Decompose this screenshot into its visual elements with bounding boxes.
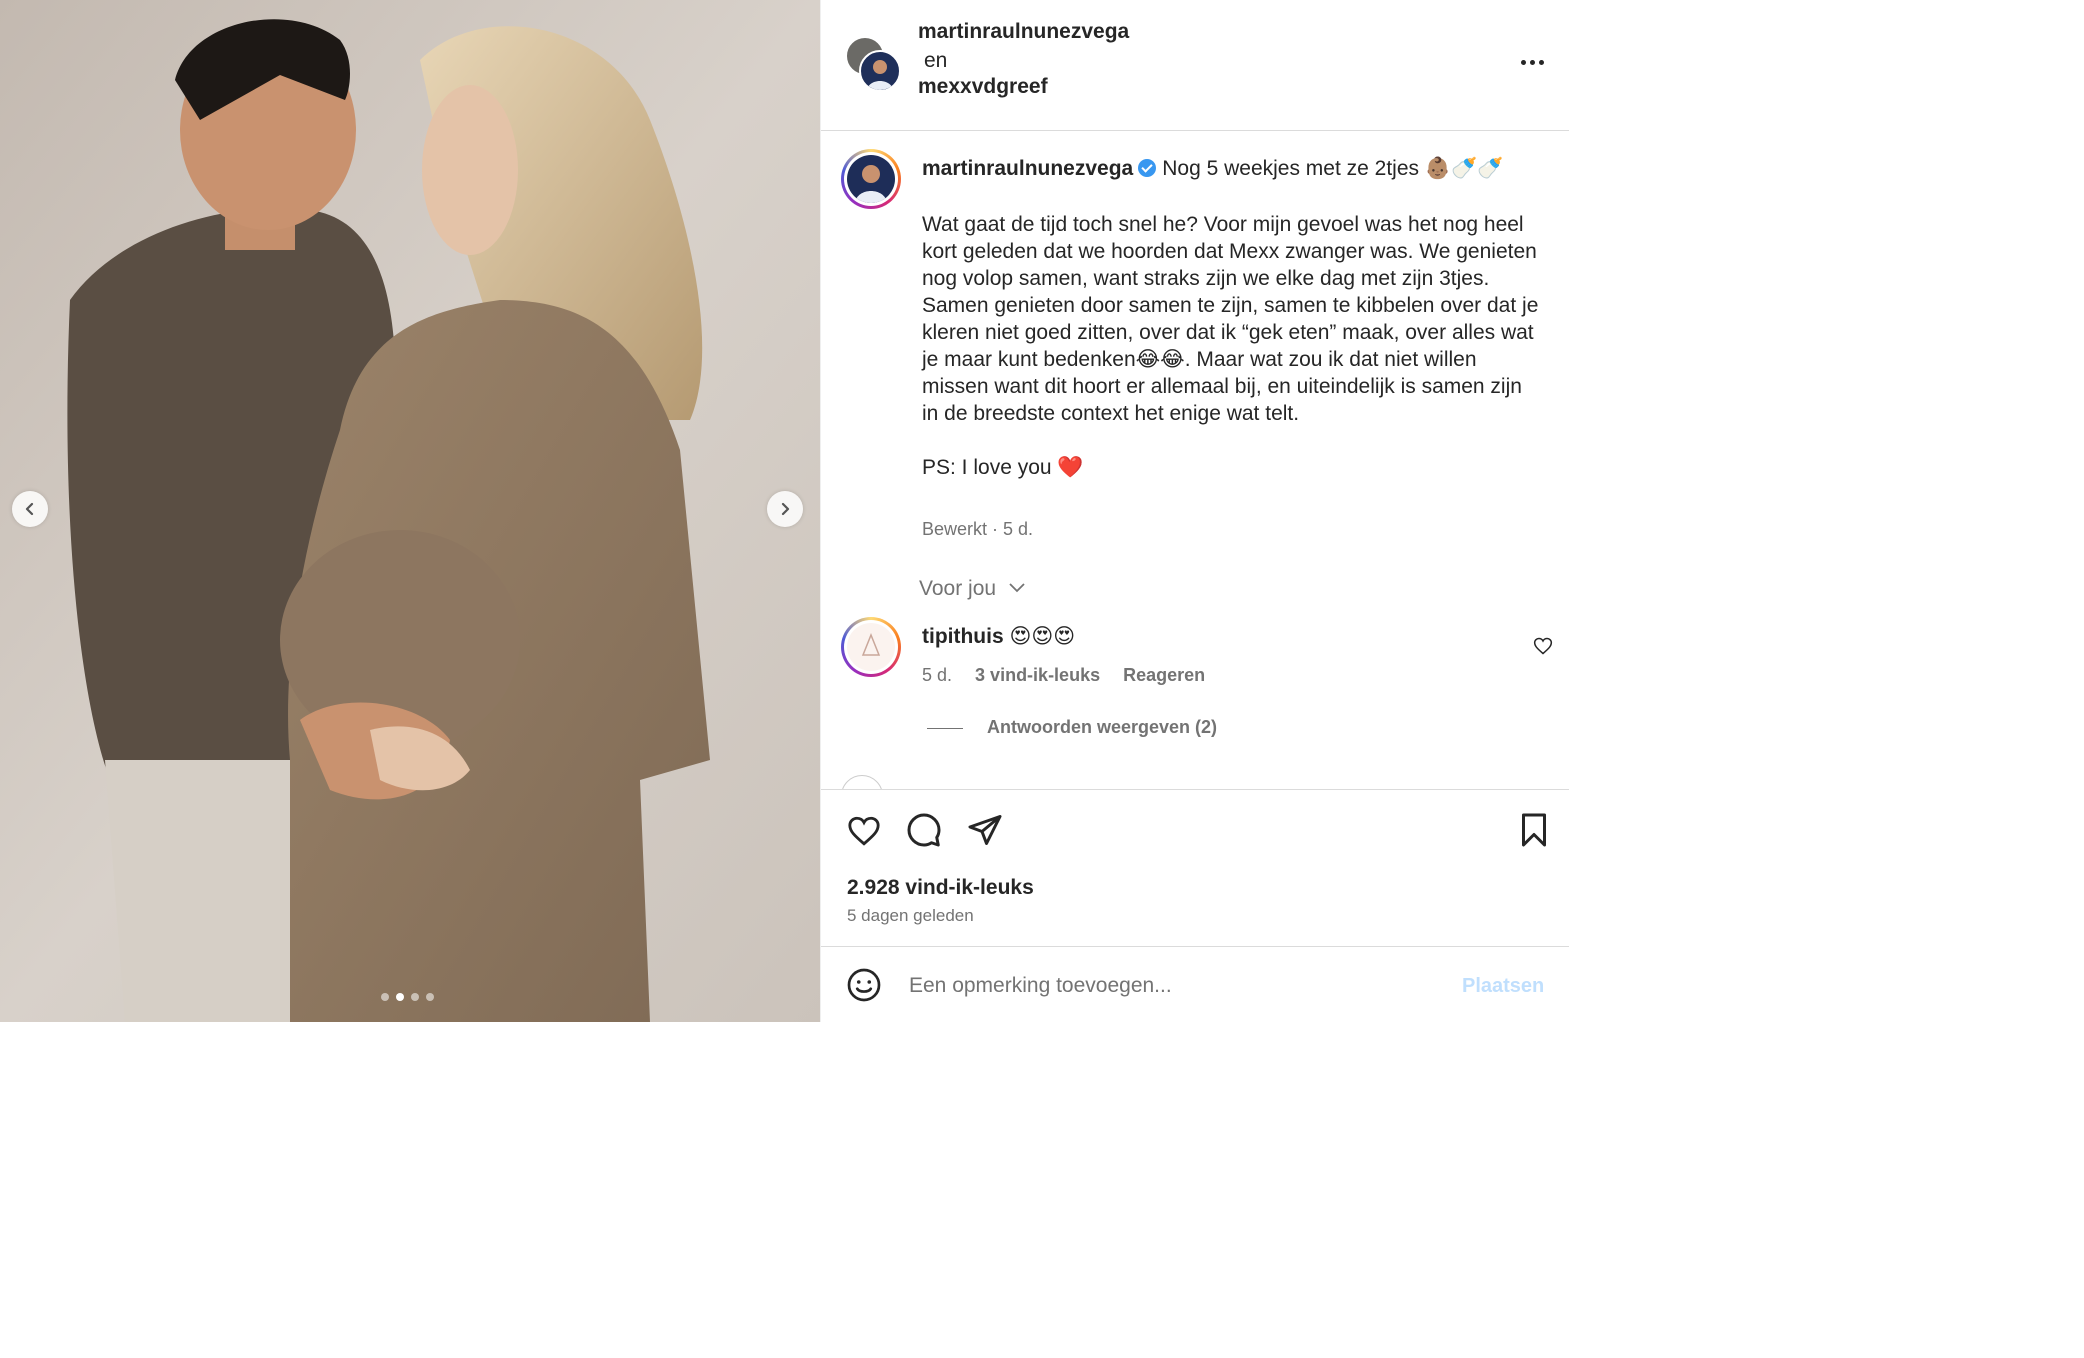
post-actions: 2.928 vind-ik-leuks 5 dagen geleden — [821, 789, 1569, 946]
couple-photo — [0, 0, 820, 1022]
bookmark-icon[interactable] — [1518, 812, 1550, 848]
caption-headline: martinraulnunezvega Nog 5 weekjes met ze … — [922, 157, 1542, 181]
replies-divider — [927, 727, 963, 729]
chevron-right-icon — [781, 502, 790, 516]
chevron-down-icon — [1009, 583, 1025, 593]
caption-avatar[interactable] — [841, 149, 901, 209]
caption-headline-text: Nog 5 weekjes met ze 2tjes 👶🏽🍼🍼 — [1162, 157, 1504, 180]
add-comment-bar: Plaatsen — [821, 946, 1569, 1023]
post-date: 5 dagen geleden — [847, 906, 974, 925]
avatar — [859, 50, 901, 92]
view-replies-label: Antwoorden weergeven (2) — [987, 717, 1218, 737]
comment-age: 5 d. — [922, 665, 953, 685]
comment-icon[interactable] — [906, 812, 942, 848]
post-photo[interactable] — [0, 0, 820, 1022]
comment-avatar[interactable] — [841, 617, 901, 677]
collab-avatars[interactable] — [845, 36, 901, 92]
comment-likes-link[interactable]: 3 vind-ik-leuks — [975, 665, 1100, 685]
comment-username[interactable]: tipithuis — [922, 625, 1004, 648]
caption-username[interactable]: martinraulnunezvega — [922, 157, 1133, 180]
likes-count[interactable]: 2.928 vind-ik-leuks — [847, 876, 1034, 900]
next-slide-button[interactable] — [767, 491, 803, 527]
verified-badge-icon — [1138, 159, 1157, 177]
carousel-dot-active — [396, 993, 404, 1001]
post-sidebar: martinraulnunezvega en mexxvdgreef marti… — [820, 0, 1569, 1022]
more-horizontal-icon — [1520, 59, 1526, 65]
chevron-left-icon — [25, 502, 34, 516]
carousel-dot — [411, 993, 419, 1001]
for-you-label: Voor jou — [919, 577, 997, 600]
post-comment-button[interactable]: Plaatsen — [1462, 975, 1544, 998]
share-icon[interactable] — [967, 812, 1003, 848]
reply-button[interactable]: Reageren — [1123, 665, 1205, 685]
carousel-dot — [426, 993, 434, 1001]
caption-paragraph: Wat gaat de tijd toch snel he? Voor mijn… — [922, 213, 1539, 425]
heart-outline-icon[interactable] — [846, 814, 882, 848]
collab-username-1[interactable]: martinraulnunezvega — [918, 20, 1129, 44]
next-comment-peek — [841, 775, 1541, 789]
carousel-indicator — [381, 993, 434, 1001]
comment-body: 😍😍😍 — [1009, 625, 1076, 648]
comments-section[interactable]: martinraulnunezvega Nog 5 weekjes met ze … — [821, 131, 1569, 789]
comment-meta: 5 d. 3 vind-ik-leuks Reageren — [922, 665, 1223, 686]
emoji-icon[interactable] — [846, 967, 882, 1003]
view-replies-button[interactable]: Antwoorden weergeven (2) — [927, 717, 1217, 738]
heart-outline-icon[interactable] — [1533, 636, 1553, 656]
caption-ps: PS: I love you ❤️ — [922, 456, 1084, 479]
caption-body: Wat gaat de tijd toch snel he? Voor mijn… — [922, 211, 1542, 481]
comment-input[interactable] — [907, 967, 1431, 1005]
collab-conjunction: en — [924, 49, 948, 72]
carousel-dot — [381, 993, 389, 1001]
comment-text: tipithuis 😍😍😍 — [922, 624, 1075, 649]
previous-slide-button[interactable] — [12, 491, 48, 527]
for-you-sort[interactable]: Voor jou — [919, 577, 1026, 601]
post-header: martinraulnunezvega en mexxvdgreef — [821, 0, 1569, 131]
collab-username-2[interactable]: mexxvdgreef — [918, 75, 1048, 99]
caption-meta: Bewerkt · 5 d. — [922, 519, 1034, 539]
more-options-button[interactable] — [1517, 50, 1547, 74]
